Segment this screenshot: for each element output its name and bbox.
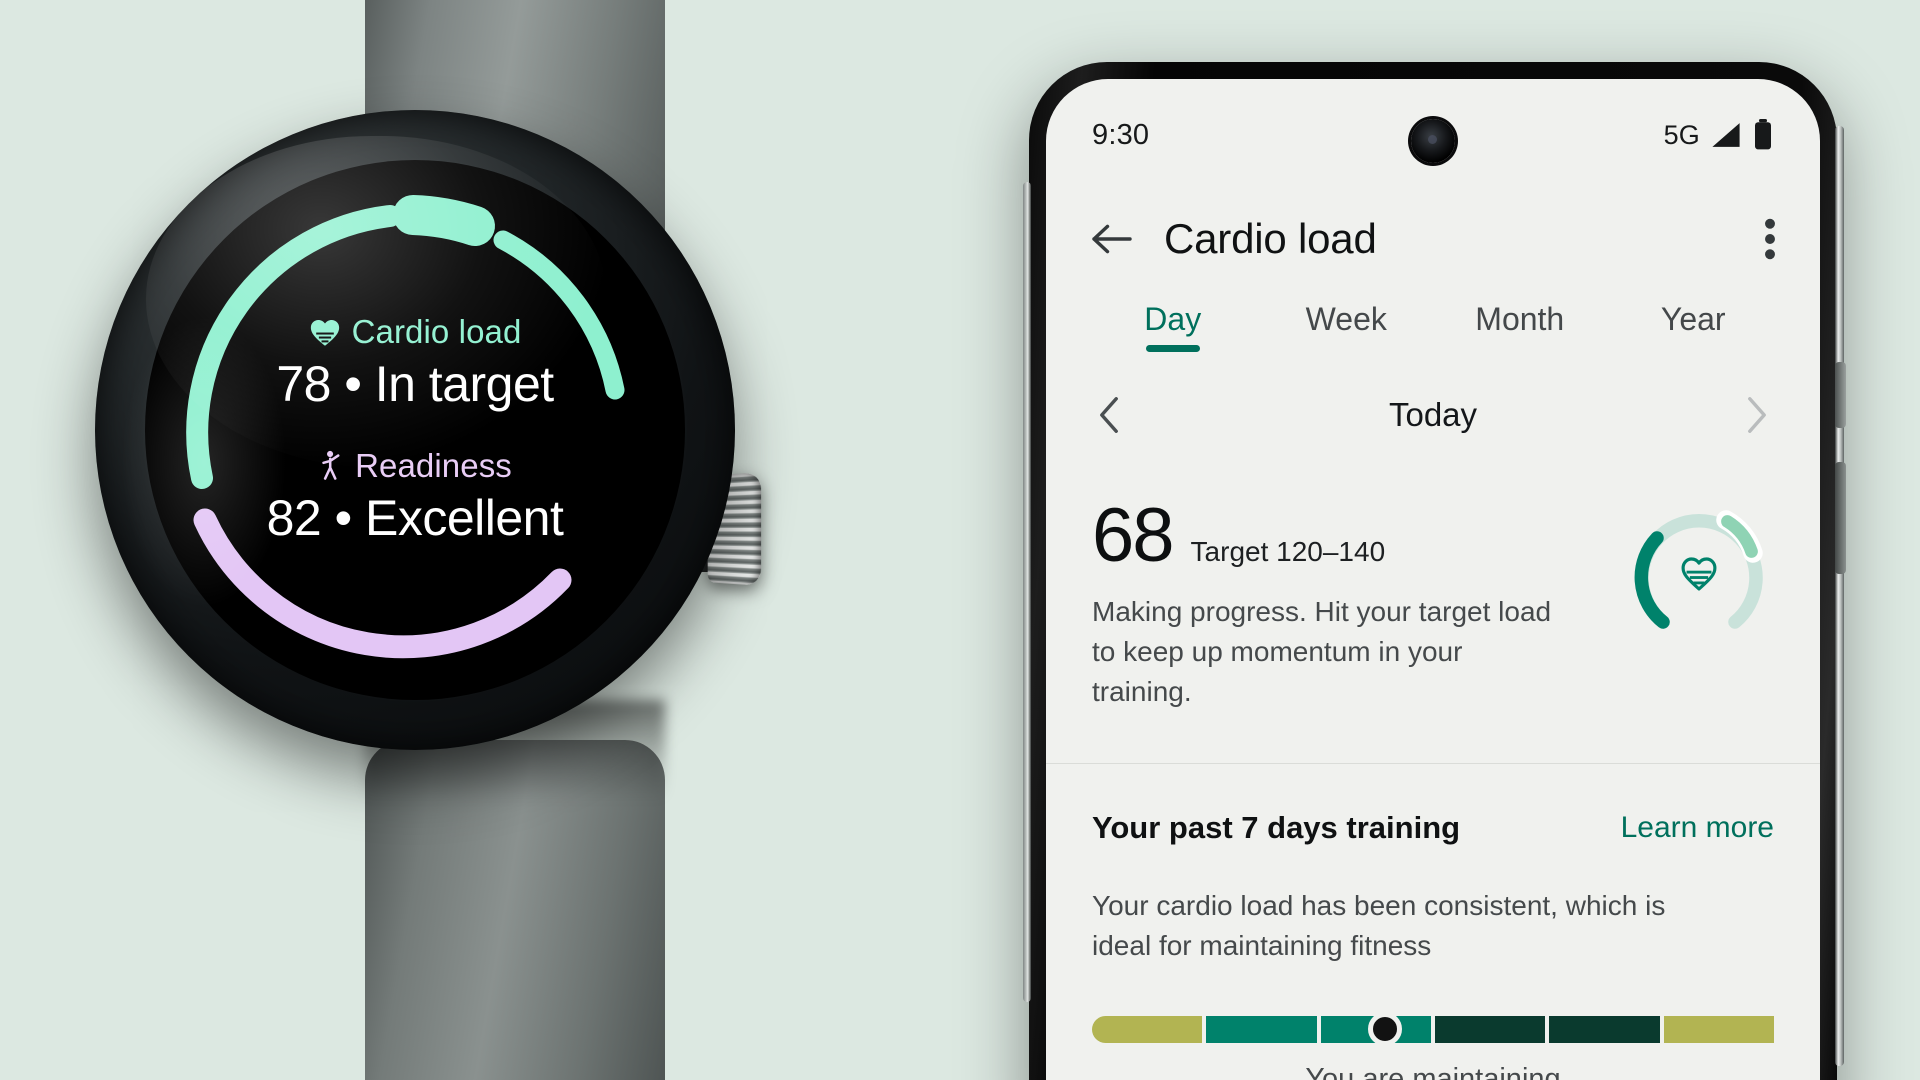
signal-bars-icon (1712, 123, 1740, 147)
training-segment[interactable] (1434, 1015, 1546, 1043)
score-description: Making progress. Hit your target load to… (1092, 596, 1552, 707)
phone-frame-right (1835, 126, 1844, 1066)
phone-power-button[interactable] (1835, 362, 1846, 428)
running-person-icon (322, 450, 340, 480)
learn-more-link[interactable]: Learn more (1621, 811, 1774, 845)
past-7-days-header: Your past 7 days training Learn more (1092, 810, 1774, 846)
page-title: Cardio load (1164, 215, 1377, 262)
battery-full-icon (1755, 119, 1771, 150)
past-7-days-description: Your cardio load has been consistent, wh… (1092, 890, 1666, 962)
heart-icon (310, 320, 339, 346)
past-7-days-title: Your past 7 days training (1092, 810, 1461, 846)
date-label: Today (1388, 396, 1478, 433)
training-segment[interactable] (1206, 1015, 1317, 1043)
arrow-back-icon[interactable] (1090, 221, 1134, 257)
tab-day[interactable]: Day (1086, 301, 1260, 352)
cardio-load-gauge (1624, 496, 1774, 646)
score-text-group: 68 Target 120–140 Making progress. Hit y… (1092, 493, 1624, 711)
app-bar: Cardio load (1046, 191, 1820, 287)
score-block: 68 Target 120–140 Making progress. Hit y… (1046, 434, 1820, 711)
past-7-days-section: Your past 7 days training Learn more You… (1046, 764, 1820, 1080)
network-type-label: 5G (1663, 119, 1700, 150)
training-segment[interactable] (1549, 1015, 1660, 1043)
training-position-marker[interactable] (1368, 1012, 1403, 1047)
front-camera (1411, 119, 1455, 163)
phone-screen: 9:30 5G Cardio load Day Week Month Year … (1046, 79, 1820, 1080)
phone-device: 9:30 5G Cardio load Day Week Month Year … (1023, 62, 1846, 1080)
status-time: 9:30 (1092, 118, 1150, 151)
watch-body: Cardio load 78 • In target Readiness 82 … (95, 110, 735, 750)
watch-cardio-label-row: Cardio load (309, 313, 522, 351)
watch-screen[interactable]: Cardio load 78 • In target Readiness 82 … (145, 160, 685, 700)
tab-year[interactable]: Year (1607, 301, 1781, 352)
gauge-svg (1634, 510, 1763, 629)
training-status-bar (1092, 1012, 1774, 1047)
watch-cardio-value: 78 • In target (276, 356, 554, 412)
chevron-right-icon[interactable] (1746, 397, 1768, 433)
training-status-caption: You are maintaining (1305, 1062, 1561, 1080)
score-row: 68 Target 120–140 (1092, 493, 1624, 578)
watch-readiness-label-row: Readiness (318, 447, 512, 485)
heart-icon (1681, 557, 1717, 591)
score-target-range: Target 120–140 (1190, 536, 1386, 567)
tab-week[interactable]: Week (1260, 301, 1434, 352)
tab-month[interactable]: Month (1433, 301, 1607, 352)
phone-frame-left (1023, 182, 1031, 1002)
chevron-left-icon[interactable] (1098, 397, 1120, 433)
more-vert-icon[interactable] (1764, 218, 1776, 260)
training-segment[interactable] (1663, 1015, 1774, 1043)
watch-scene: Cardio load 78 • In target Readiness 82 … (0, 0, 1030, 1080)
date-navigator: Today (1046, 352, 1820, 434)
watch-metrics: Cardio load 78 • In target Readiness 82 … (145, 160, 685, 700)
phone-volume-button[interactable] (1835, 462, 1846, 574)
training-segment[interactable] (1092, 1015, 1203, 1043)
watch-readiness-label: Readiness (355, 447, 512, 484)
watch-cardio-label: Cardio load (351, 313, 522, 350)
status-bar: 9:30 5G (1046, 79, 1820, 191)
score-value: 68 (1092, 493, 1175, 578)
watch-readiness-value: 82 • Excellent (266, 490, 564, 546)
status-indicators: 5G (1664, 119, 1774, 151)
time-range-tabs: Day Week Month Year (1046, 287, 1820, 352)
